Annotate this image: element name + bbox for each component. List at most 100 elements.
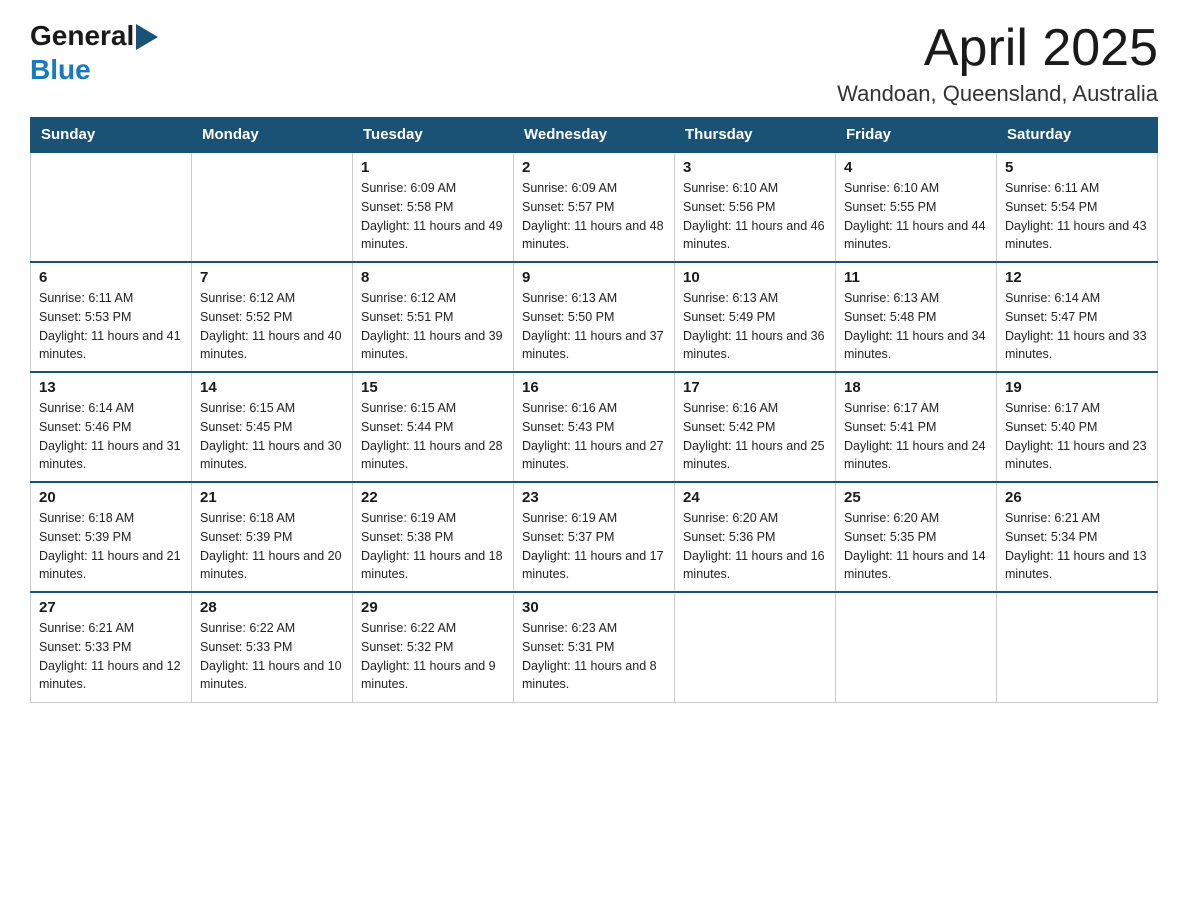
day-number: 23 (522, 489, 666, 506)
calendar-cell (31, 152, 192, 262)
calendar-cell: 20 Sunrise: 6:18 AMSunset: 5:39 PMDayligh… (31, 482, 192, 592)
calendar-cell: 12 Sunrise: 6:14 AMSunset: 5:47 PMDayligh… (997, 262, 1158, 372)
sun-info: Sunrise: 6:21 AMSunset: 5:33 PMDaylight:… (39, 619, 183, 694)
calendar-cell: 17 Sunrise: 6:16 AMSunset: 5:42 PMDayligh… (675, 372, 836, 482)
day-number: 8 (361, 269, 505, 286)
day-number: 19 (1005, 379, 1149, 396)
logo-arrow-icon (136, 24, 158, 50)
day-number: 27 (39, 599, 183, 616)
header-thursday: Thursday (675, 118, 836, 153)
day-number: 6 (39, 269, 183, 286)
day-number: 2 (522, 159, 666, 176)
calendar-cell: 2 Sunrise: 6:09 AMSunset: 5:57 PMDaylight… (514, 152, 675, 262)
day-number: 11 (844, 269, 988, 286)
calendar-cell (997, 592, 1158, 702)
calendar-week-row: 1 Sunrise: 6:09 AMSunset: 5:58 PMDaylight… (31, 152, 1158, 262)
calendar-cell: 11 Sunrise: 6:13 AMSunset: 5:48 PMDayligh… (836, 262, 997, 372)
calendar-cell (192, 152, 353, 262)
calendar-cell: 22 Sunrise: 6:19 AMSunset: 5:38 PMDayligh… (353, 482, 514, 592)
sun-info: Sunrise: 6:17 AMSunset: 5:40 PMDaylight:… (1005, 399, 1149, 474)
sun-info: Sunrise: 6:10 AMSunset: 5:56 PMDaylight:… (683, 179, 827, 254)
sun-info: Sunrise: 6:16 AMSunset: 5:43 PMDaylight:… (522, 399, 666, 474)
calendar-cell: 6 Sunrise: 6:11 AMSunset: 5:53 PMDaylight… (31, 262, 192, 372)
calendar-table: SundayMondayTuesdayWednesdayThursdayFrid… (30, 117, 1158, 703)
sun-info: Sunrise: 6:21 AMSunset: 5:34 PMDaylight:… (1005, 509, 1149, 584)
sun-info: Sunrise: 6:18 AMSunset: 5:39 PMDaylight:… (200, 509, 344, 584)
header-wednesday: Wednesday (514, 118, 675, 153)
day-number: 18 (844, 379, 988, 396)
calendar-cell: 29 Sunrise: 6:22 AMSunset: 5:32 PMDayligh… (353, 592, 514, 702)
day-number: 20 (39, 489, 183, 506)
day-number: 24 (683, 489, 827, 506)
sun-info: Sunrise: 6:16 AMSunset: 5:42 PMDaylight:… (683, 399, 827, 474)
sun-info: Sunrise: 6:20 AMSunset: 5:35 PMDaylight:… (844, 509, 988, 584)
calendar-cell: 24Sunrise: 6:20 AMSunset: 5:36 PMDayligh… (675, 482, 836, 592)
header-saturday: Saturday (997, 118, 1158, 153)
sun-info: Sunrise: 6:22 AMSunset: 5:32 PMDaylight:… (361, 619, 505, 694)
sun-info: Sunrise: 6:17 AMSunset: 5:41 PMDaylight:… (844, 399, 988, 474)
calendar-cell: 1 Sunrise: 6:09 AMSunset: 5:58 PMDaylight… (353, 152, 514, 262)
title-block: April 2025 Wandoan, Queensland, Australi… (837, 20, 1158, 107)
calendar-cell: 27 Sunrise: 6:21 AMSunset: 5:33 PMDayligh… (31, 592, 192, 702)
calendar-cell: 21 Sunrise: 6:18 AMSunset: 5:39 PMDayligh… (192, 482, 353, 592)
sun-info: Sunrise: 6:11 AMSunset: 5:54 PMDaylight:… (1005, 179, 1149, 254)
day-number: 17 (683, 379, 827, 396)
sun-info: Sunrise: 6:15 AMSunset: 5:45 PMDaylight:… (200, 399, 344, 474)
sun-info: Sunrise: 6:22 AMSunset: 5:33 PMDaylight:… (200, 619, 344, 694)
calendar-week-row: 20 Sunrise: 6:18 AMSunset: 5:39 PMDayligh… (31, 482, 1158, 592)
calendar-cell: 26 Sunrise: 6:21 AMSunset: 5:34 PMDayligh… (997, 482, 1158, 592)
calendar-cell: 4Sunrise: 6:10 AMSunset: 5:55 PMDaylight… (836, 152, 997, 262)
calendar-week-row: 13 Sunrise: 6:14 AMSunset: 5:46 PMDayligh… (31, 372, 1158, 482)
calendar-cell: 5Sunrise: 6:11 AMSunset: 5:54 PMDaylight… (997, 152, 1158, 262)
calendar-cell: 14 Sunrise: 6:15 AMSunset: 5:45 PMDayligh… (192, 372, 353, 482)
sun-info: Sunrise: 6:19 AMSunset: 5:37 PMDaylight:… (522, 509, 666, 584)
page-header: General Blue April 2025 Wandoan, Queensl… (30, 20, 1158, 107)
header-monday: Monday (192, 118, 353, 153)
sun-info: Sunrise: 6:14 AMSunset: 5:47 PMDaylight:… (1005, 289, 1149, 364)
sun-info: Sunrise: 6:19 AMSunset: 5:38 PMDaylight:… (361, 509, 505, 584)
logo-general-text: General (30, 20, 134, 52)
calendar-location: Wandoan, Queensland, Australia (837, 81, 1158, 107)
day-number: 14 (200, 379, 344, 396)
calendar-cell: 19 Sunrise: 6:17 AMSunset: 5:40 PMDayligh… (997, 372, 1158, 482)
sun-info: Sunrise: 6:13 AMSunset: 5:50 PMDaylight:… (522, 289, 666, 364)
day-number: 15 (361, 379, 505, 396)
day-number: 26 (1005, 489, 1149, 506)
calendar-cell: 8 Sunrise: 6:12 AMSunset: 5:51 PMDaylight… (353, 262, 514, 372)
calendar-header-row: SundayMondayTuesdayWednesdayThursdayFrid… (31, 118, 1158, 153)
day-number: 4 (844, 159, 988, 176)
calendar-cell: 13 Sunrise: 6:14 AMSunset: 5:46 PMDayligh… (31, 372, 192, 482)
day-number: 7 (200, 269, 344, 286)
day-number: 22 (361, 489, 505, 506)
day-number: 25 (844, 489, 988, 506)
calendar-cell: 9Sunrise: 6:13 AMSunset: 5:50 PMDaylight… (514, 262, 675, 372)
logo: General Blue (30, 20, 158, 86)
header-sunday: Sunday (31, 118, 192, 153)
calendar-week-row: 6 Sunrise: 6:11 AMSunset: 5:53 PMDaylight… (31, 262, 1158, 372)
day-number: 13 (39, 379, 183, 396)
calendar-cell: 30Sunrise: 6:23 AMSunset: 5:31 PMDayligh… (514, 592, 675, 702)
calendar-cell: 15Sunrise: 6:15 AMSunset: 5:44 PMDayligh… (353, 372, 514, 482)
sun-info: Sunrise: 6:12 AMSunset: 5:52 PMDaylight:… (200, 289, 344, 364)
calendar-cell: 16 Sunrise: 6:16 AMSunset: 5:43 PMDayligh… (514, 372, 675, 482)
day-number: 1 (361, 159, 505, 176)
sun-info: Sunrise: 6:18 AMSunset: 5:39 PMDaylight:… (39, 509, 183, 584)
calendar-cell: 23 Sunrise: 6:19 AMSunset: 5:37 PMDayligh… (514, 482, 675, 592)
day-number: 10 (683, 269, 827, 286)
calendar-cell: 3 Sunrise: 6:10 AMSunset: 5:56 PMDaylight… (675, 152, 836, 262)
header-tuesday: Tuesday (353, 118, 514, 153)
sun-info: Sunrise: 6:09 AMSunset: 5:57 PMDaylight:… (522, 179, 666, 254)
sun-info: Sunrise: 6:13 AMSunset: 5:48 PMDaylight:… (844, 289, 988, 364)
sun-info: Sunrise: 6:09 AMSunset: 5:58 PMDaylight:… (361, 179, 505, 254)
sun-info: Sunrise: 6:12 AMSunset: 5:51 PMDaylight:… (361, 289, 505, 364)
header-friday: Friday (836, 118, 997, 153)
day-number: 29 (361, 599, 505, 616)
sun-info: Sunrise: 6:11 AMSunset: 5:53 PMDaylight:… (39, 289, 183, 364)
day-number: 12 (1005, 269, 1149, 286)
day-number: 16 (522, 379, 666, 396)
calendar-cell (836, 592, 997, 702)
sun-info: Sunrise: 6:14 AMSunset: 5:46 PMDaylight:… (39, 399, 183, 474)
day-number: 21 (200, 489, 344, 506)
day-number: 3 (683, 159, 827, 176)
calendar-cell: 18 Sunrise: 6:17 AMSunset: 5:41 PMDayligh… (836, 372, 997, 482)
